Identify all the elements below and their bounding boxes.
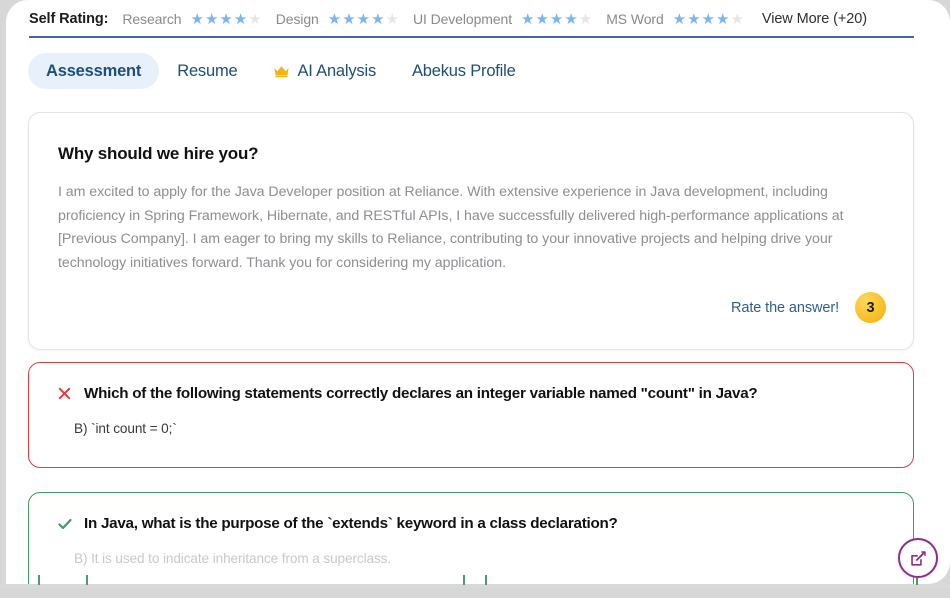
answer-card: Why should we hire you? I am excited to …	[28, 112, 914, 350]
star-filled-icon[interactable]: ★	[702, 12, 715, 27]
crown-icon	[273, 64, 290, 78]
star-empty-icon[interactable]: ★	[386, 12, 399, 27]
star-filled-icon[interactable]: ★	[328, 12, 341, 27]
skill-star-rating[interactable]: ★ ★ ★ ★ ★	[673, 12, 744, 27]
rate-score-badge[interactable]: 3	[855, 292, 886, 323]
skill-name: Research	[122, 11, 182, 27]
star-empty-icon[interactable]: ★	[579, 12, 592, 27]
star-filled-icon[interactable]: ★	[687, 12, 700, 27]
tab-abekus-profile[interactable]: Abekus Profile	[394, 53, 534, 89]
star-filled-icon[interactable]: ★	[234, 12, 247, 27]
star-filled-icon[interactable]: ★	[219, 12, 232, 27]
check-icon	[56, 515, 73, 532]
skill-star-rating[interactable]: ★ ★ ★ ★ ★	[521, 12, 592, 27]
star-filled-icon[interactable]: ★	[205, 12, 218, 27]
page-title: Why should we hire you?	[58, 144, 259, 163]
self-rating-label: Self Rating:	[29, 11, 109, 27]
star-filled-icon[interactable]: ★	[716, 12, 729, 27]
edit-compose-fab[interactable]	[898, 538, 938, 578]
star-filled-icon[interactable]: ★	[190, 12, 203, 27]
question-header: In Java, what is the purpose of the `ext…	[56, 515, 618, 532]
star-filled-icon[interactable]: ★	[357, 12, 370, 27]
app-root: Self Rating: Research ★ ★ ★ ★ ★ Design ★ ★ ★ ★ ★ UI …	[0, 0, 950, 598]
cross-icon	[56, 385, 73, 402]
rate-answer-group: Rate the answer! 3	[731, 292, 886, 323]
question-header: Which of the following statements correc…	[56, 385, 758, 402]
tab-assessment[interactable]: Assessment	[28, 53, 160, 89]
bottom-separator	[0, 585, 950, 588]
view-more-link[interactable]: View More (+20)	[762, 11, 867, 27]
question-answer: B) It is used to indicate inheritance fr…	[74, 551, 392, 566]
tab-label: Resume	[177, 61, 238, 80]
skill-name: UI Development	[413, 11, 512, 27]
star-filled-icon[interactable]: ★	[550, 12, 563, 27]
tab-bar: Assessment Resume AI Analysis Abekus Profil…	[28, 53, 534, 89]
skill-name: MS Word	[606, 11, 664, 27]
star-filled-icon[interactable]: ★	[371, 12, 384, 27]
star-filled-icon[interactable]: ★	[521, 12, 534, 27]
edit-compose-icon	[910, 550, 926, 566]
tab-label: Assessment	[46, 61, 142, 80]
answer-body-text: I am excited to apply for the Java Devel…	[58, 184, 844, 271]
tab-resume[interactable]: Resume	[159, 53, 255, 89]
self-rating-row: Self Rating: Research ★ ★ ★ ★ ★ Design ★ ★ ★ ★ ★ UI …	[29, 5, 919, 33]
question-text: In Java, what is the purpose of the `ext…	[84, 515, 618, 532]
star-filled-icon[interactable]: ★	[535, 12, 548, 27]
skill-name: Design	[275, 11, 319, 27]
star-filled-icon[interactable]: ★	[673, 12, 686, 27]
question-card-incorrect: Which of the following statements correc…	[28, 362, 914, 468]
question-answer: B) `int count = 0;`	[74, 421, 177, 436]
rating-divider	[29, 36, 914, 38]
star-empty-icon[interactable]: ★	[248, 12, 261, 27]
question-text: Which of the following statements correc…	[84, 385, 758, 402]
star-filled-icon[interactable]: ★	[564, 12, 577, 27]
question-card-correct: In Java, what is the purpose of the `ext…	[28, 492, 914, 584]
skill-star-rating[interactable]: ★ ★ ★ ★ ★	[328, 12, 399, 27]
tab-ai-analysis[interactable]: AI Analysis	[255, 53, 394, 89]
rate-the-answer-link[interactable]: Rate the answer!	[731, 300, 839, 316]
tab-label: AI Analysis	[297, 61, 376, 80]
star-empty-icon[interactable]: ★	[730, 12, 743, 27]
main-panel: Self Rating: Research ★ ★ ★ ★ ★ Design ★ ★ ★ ★ ★ UI …	[6, 0, 950, 584]
skill-star-rating[interactable]: ★ ★ ★ ★ ★	[190, 12, 261, 27]
tab-label: Abekus Profile	[412, 61, 516, 80]
star-filled-icon[interactable]: ★	[342, 12, 355, 27]
